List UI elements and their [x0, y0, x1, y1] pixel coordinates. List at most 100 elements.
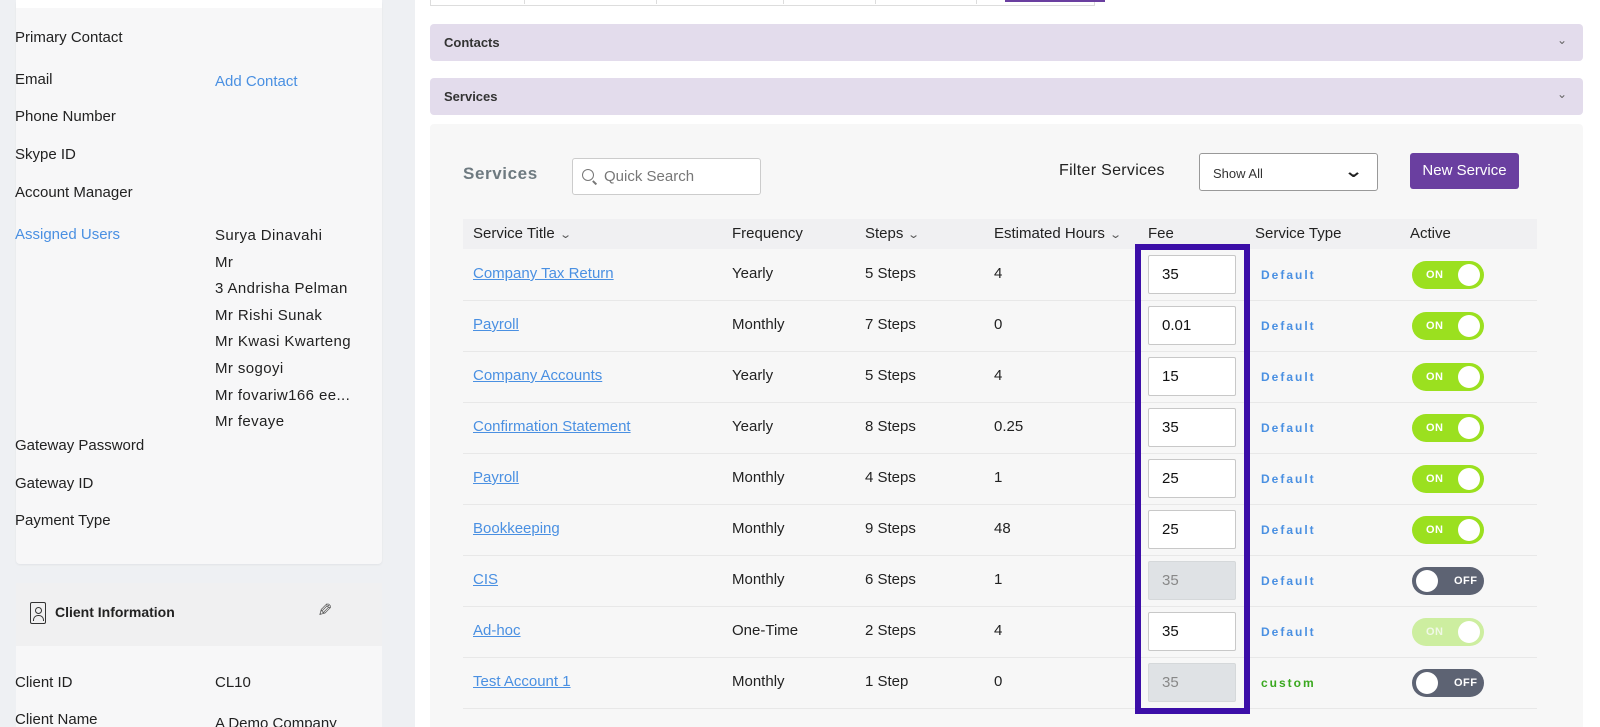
tab-bar-fragment: [430, 0, 1105, 6]
tab-divider: [524, 0, 525, 4]
assigned-user: Surya Dinavahi: [215, 227, 323, 244]
edit-pencil-icon[interactable]: ✎: [313, 602, 334, 617]
service-title-link[interactable]: Bookkeeping: [473, 520, 560, 537]
filter-services-label: Filter Services: [1059, 162, 1165, 179]
toggle-state-label: ON: [1426, 626, 1444, 638]
hours-cell: 0: [994, 673, 1003, 690]
service-title-link[interactable]: Ad-hoc: [473, 622, 521, 639]
toggle-knob: [1416, 672, 1438, 694]
column-header-service-title[interactable]: Service Title ⌄: [473, 225, 572, 242]
toggle-knob: [1458, 366, 1480, 388]
hours-cell: 4: [994, 622, 1003, 639]
column-header-service-type: Service Type: [1255, 225, 1342, 242]
client-information-title: Client Information: [55, 604, 175, 620]
quick-search-box[interactable]: [572, 158, 761, 195]
service-title-link[interactable]: Payroll: [473, 469, 519, 486]
toggle-knob: [1416, 570, 1438, 592]
fee-column-highlight: [1135, 244, 1250, 714]
active-tab-indicator[interactable]: [1005, 0, 1105, 2]
chevron-down-icon: ⌄: [1556, 33, 1567, 47]
toggle-state-label: OFF: [1454, 677, 1478, 689]
frequency-cell: Monthly: [732, 316, 785, 333]
contact-card-icon: [30, 602, 46, 624]
steps-cell: 2 Steps: [865, 622, 916, 639]
toggle-state-label: ON: [1426, 422, 1444, 434]
contacts-accordion[interactable]: Contacts ⌄: [430, 24, 1583, 61]
client-information-card: Client Information ✎: [16, 583, 382, 727]
active-toggle[interactable]: OFF: [1412, 567, 1484, 595]
account-manager-label: Account Manager: [15, 184, 133, 201]
sort-chevron-icon: ⌄: [907, 229, 921, 241]
service-title-link[interactable]: Test Account 1: [473, 673, 571, 690]
hours-cell: 1: [994, 469, 1003, 486]
column-header-label: Service Title: [473, 225, 555, 242]
toggle-state-label: ON: [1426, 371, 1444, 383]
hours-cell: 48: [994, 520, 1011, 537]
service-type-label: Default: [1261, 523, 1316, 537]
column-header-steps[interactable]: Steps ⌄: [865, 225, 921, 242]
active-toggle[interactable]: ON: [1412, 618, 1484, 646]
active-toggle[interactable]: OFF: [1412, 669, 1484, 697]
chevron-down-icon: ⌄: [1343, 161, 1364, 181]
tab-divider: [875, 0, 876, 4]
hours-cell: 0: [994, 316, 1003, 333]
service-title-link[interactable]: Company Tax Return: [473, 265, 614, 282]
steps-cell: 6 Steps: [865, 571, 916, 588]
column-header-fee: Fee: [1148, 225, 1174, 242]
toggle-knob: [1458, 417, 1480, 439]
frequency-cell: Monthly: [732, 520, 785, 537]
column-header-label: Estimated Hours: [994, 225, 1105, 242]
client-name-value: A Demo Company: [215, 715, 337, 727]
services-accordion[interactable]: Services ⌄: [430, 78, 1583, 115]
service-title-link[interactable]: Confirmation Statement: [473, 418, 631, 435]
payment-type-label: Payment Type: [15, 512, 111, 529]
service-title-link[interactable]: Company Accounts: [473, 367, 602, 384]
sort-chevron-icon: ⌄: [1109, 229, 1122, 241]
assigned-user: Mr fevaye: [215, 413, 285, 431]
hours-cell: 0.25: [994, 418, 1024, 435]
steps-cell: 4 Steps: [865, 469, 916, 486]
frequency-cell: Yearly: [732, 265, 774, 282]
new-service-button[interactable]: New Service: [1410, 153, 1519, 189]
service-title-link[interactable]: CIS: [473, 571, 498, 588]
hours-cell: 1: [994, 571, 1003, 588]
search-icon: [582, 169, 594, 181]
filter-services-select[interactable]: Show All ⌄: [1199, 153, 1378, 191]
frequency-cell: Monthly: [732, 673, 785, 690]
service-type-label: Default: [1261, 370, 1316, 384]
column-header-label: Steps: [865, 225, 904, 242]
card-top-strip: [16, 0, 382, 8]
toggle-knob: [1458, 315, 1480, 337]
client-id-value: CL10: [215, 674, 251, 691]
tab-divider: [656, 0, 657, 4]
frequency-cell: Yearly: [732, 367, 774, 384]
assigned-users-list: Surya Dinavahi Mr 3 Andrisha Pelman Mr R…: [215, 226, 351, 439]
add-contact-link[interactable]: Add Contact: [215, 73, 298, 90]
hours-cell: 4: [994, 265, 1003, 282]
toggle-state-label: ON: [1426, 524, 1444, 536]
assigned-users-link[interactable]: Assigned Users: [15, 226, 120, 243]
active-toggle[interactable]: ON: [1412, 363, 1484, 391]
email-label: Email: [15, 71, 53, 88]
toggle-knob: [1458, 468, 1480, 490]
active-toggle[interactable]: ON: [1412, 465, 1484, 493]
column-header-estimated-hours[interactable]: Estimated Hours ⌄: [994, 225, 1122, 242]
steps-cell: 7 Steps: [865, 316, 916, 333]
quick-search-input[interactable]: [604, 159, 754, 194]
assigned-user: 3 Andrisha Pelman: [215, 280, 348, 298]
active-toggle[interactable]: ON: [1412, 312, 1484, 340]
sort-chevron-icon: ⌄: [558, 229, 572, 241]
frequency-cell: Monthly: [732, 571, 785, 588]
filter-selected-value: Show All: [1213, 166, 1263, 181]
service-title-link[interactable]: Payroll: [473, 316, 519, 333]
column-header-frequency: Frequency: [732, 225, 803, 242]
tab-divider: [783, 0, 784, 4]
toggle-knob: [1458, 621, 1480, 643]
active-toggle[interactable]: ON: [1412, 261, 1484, 289]
active-toggle[interactable]: ON: [1412, 414, 1484, 442]
service-type-label: custom: [1261, 676, 1316, 690]
toggle-knob: [1458, 519, 1480, 541]
active-toggle[interactable]: ON: [1412, 516, 1484, 544]
toggle-state-label: ON: [1426, 320, 1444, 332]
toggle-state-label: ON: [1426, 269, 1444, 281]
